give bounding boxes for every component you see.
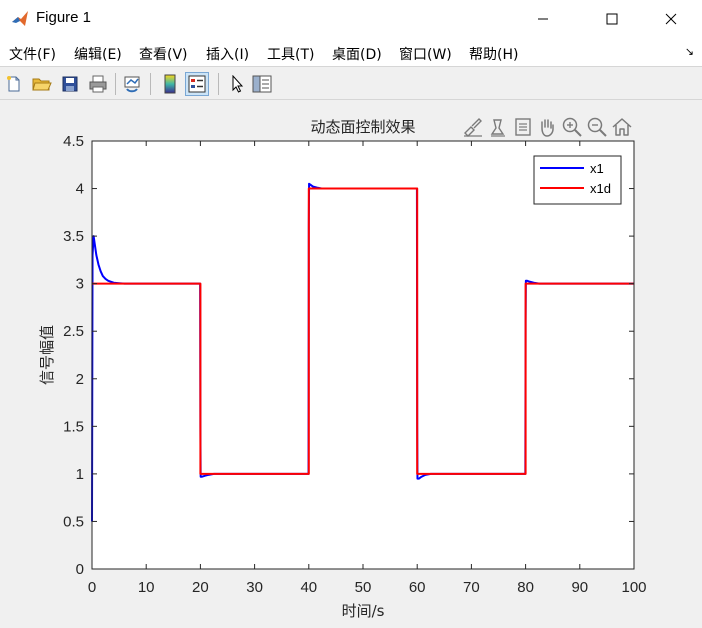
insert-colorbar-button[interactable] [158,72,182,96]
minimize-icon [538,18,548,20]
home-icon[interactable] [611,116,633,138]
menu-help[interactable]: 帮助(H) [469,44,518,64]
x-tick-label: 40 [300,579,317,596]
x-tick-label: 30 [246,579,263,596]
chart-title: 动态面控制效果 [310,118,415,136]
menu-view[interactable]: 查看(V) [139,44,188,64]
print-button[interactable] [86,72,110,96]
menu-bar: 文件(F) 编辑(E) 查看(V) 插入(I) 工具(T) 桌面(D) 窗口(W… [0,38,702,66]
y-tick-label: 3.5 [63,228,84,245]
edit-plot-button[interactable] [225,72,249,96]
x-axis-label: 时间/s [342,602,385,620]
y-tick-label: 1 [76,466,84,483]
x-tick-label: 100 [621,579,646,596]
pointer-icon [232,75,244,93]
y-axis-label: 信号幅值 [38,325,56,385]
y-tick-label: 4.5 [63,133,84,150]
property-inspector-icon [252,75,272,93]
save-button[interactable] [58,72,82,96]
menu-file[interactable]: 文件(F) [9,44,56,64]
minimize-button[interactable] [520,0,566,38]
y-tick-label: 4 [76,181,84,198]
x-tick-label: 0 [88,579,96,596]
legend-label-x1d: x1d [590,181,611,196]
menu-insert[interactable]: 插入(I) [206,44,249,64]
save-icon [62,76,78,92]
brush-icon[interactable] [462,116,484,138]
maximize-button[interactable] [589,0,635,38]
legend[interactable]: x1x1d [533,155,622,205]
pan-icon[interactable] [536,116,558,138]
legend-label-x1: x1 [590,161,604,176]
y-tick-label: 2.5 [63,323,84,340]
insert-legend-button[interactable] [185,72,209,96]
chart-svg: 0 10 20 30 40 50 60 70 80 90 100 0 0.5 1 1.5 2 2.5 3 3.5 4 4… [38,118,647,620]
x-tick-label: 80 [517,579,534,596]
y-tick-label: 3 [76,276,84,293]
x-tick-label: 70 [463,579,480,596]
figure-canvas: 0 10 20 30 40 50 60 70 80 90 100 0 0.5 1 1.5 2 2.5 3 3.5 4 4… [0,100,702,628]
menu-edit[interactable]: 编辑(E) [74,44,122,64]
link-plot-icon [124,76,140,93]
menu-window[interactable]: 窗口(W) [399,44,452,64]
print-icon [89,75,107,93]
menu-tools[interactable]: 工具(T) [267,44,314,64]
open-file-icon [32,78,52,91]
zoom-out-icon[interactable] [586,116,608,138]
close-button[interactable] [648,0,694,38]
window-title: Figure 1 [36,9,92,26]
x-tick-label: 10 [138,579,155,596]
x-tick-label: 20 [192,579,209,596]
property-inspector-button[interactable] [250,72,274,96]
colorbar-icon [164,74,176,94]
data-tips-icon[interactable] [488,116,510,138]
x-tick-label: 60 [409,579,426,596]
new-figure-icon [7,76,20,92]
maximize-icon [606,13,618,25]
matlab-logo-icon [12,11,28,26]
legend-box [533,155,622,205]
y-tick-label: 2 [76,371,84,388]
new-figure-button[interactable] [2,72,26,96]
y-tick-label: 1.5 [63,418,84,435]
open-file-button[interactable] [30,72,54,96]
close-icon [665,13,677,25]
y-tick-label: 0 [76,561,84,578]
y-tick-label: 0.5 [63,513,84,530]
figure-toolbar [0,66,702,100]
x-tick-label: 50 [355,579,372,596]
rotate-icon[interactable] [512,116,534,138]
title-bar: Figure 1 [0,0,702,38]
x-tick-label: 90 [571,579,588,596]
menu-overflow-arrow-icon[interactable]: ↘ [685,45,694,58]
zoom-in-icon[interactable] [561,116,583,138]
axes-background [92,141,634,569]
link-plot-button[interactable] [121,72,145,96]
menu-desktop[interactable]: 桌面(D) [332,44,382,64]
legend-icon [188,75,206,93]
